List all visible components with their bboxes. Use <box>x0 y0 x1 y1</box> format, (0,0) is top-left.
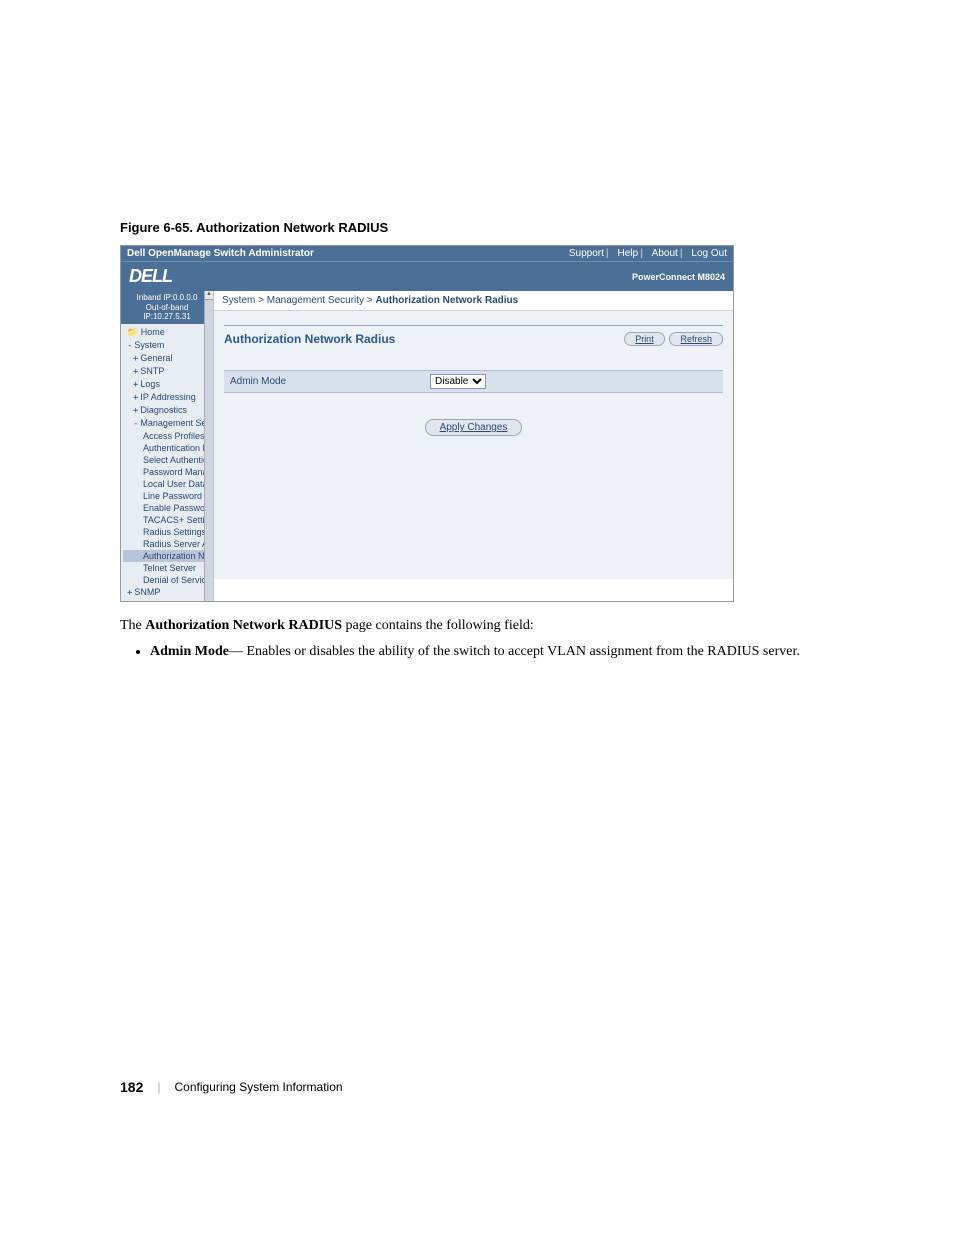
tree-item[interactable]: Radius Settings <box>123 526 213 538</box>
window-title: Dell OpenManage Switch Administrator <box>127 248 314 259</box>
tree-item[interactable]: Authentication P <box>123 442 213 454</box>
tree-home[interactable]: 📁 Home <box>123 326 213 339</box>
link-about[interactable]: About <box>652 248 678 259</box>
tree-item[interactable]: Enable Password <box>123 502 213 514</box>
tree-system[interactable]: -System <box>123 339 213 352</box>
logo-bar: DELL PowerConnect M8024 <box>121 261 733 291</box>
product-label: PowerConnect M8024 <box>632 272 725 282</box>
link-support[interactable]: Support <box>569 248 604 259</box>
tree-item[interactable]: Access Profiles <box>123 430 213 442</box>
tree-item[interactable]: Denial of Service <box>123 574 213 586</box>
tree-snmp[interactable]: +SNMP <box>123 586 213 599</box>
admin-mode-row: Admin Mode Disable <box>224 370 723 393</box>
tree-item[interactable]: Password Manag <box>123 466 213 478</box>
print-button[interactable]: Print <box>624 332 665 346</box>
sidebar-scrollbar[interactable]: ▴ <box>204 291 213 601</box>
ip-box: Inband IP:0.0.0.0 Out-of-band IP:10.27.5… <box>121 291 213 324</box>
tree-item[interactable]: +IP Addressing <box>123 391 213 404</box>
tree-item[interactable]: -Management Secur <box>123 417 213 430</box>
apply-changes-button[interactable]: Apply Changes <box>425 419 523 436</box>
admin-mode-select[interactable]: Disable <box>430 374 486 389</box>
sidebar: Inband IP:0.0.0.0 Out-of-band IP:10.27.5… <box>121 291 214 601</box>
footer-section-title: Configuring System Information <box>174 1080 342 1094</box>
tree-item[interactable]: Radius Server Ad <box>123 538 213 550</box>
panel-title: Authorization Network Radius <box>224 332 395 346</box>
tree-item[interactable]: +SNTP <box>123 365 213 378</box>
page-footer: 182 | Configuring System Information <box>120 1079 343 1095</box>
tree-item[interactable]: Select Authentic <box>123 454 213 466</box>
figure-caption: Figure 6-65. Authorization Network RADIU… <box>120 220 894 235</box>
nav-tree: 📁 Home -System +General+SNTP+Logs+IP Add… <box>121 324 213 601</box>
tree-item[interactable]: Authorization N <box>123 550 213 562</box>
list-item: Admin Mode— Enables or disables the abil… <box>150 641 830 662</box>
intro-paragraph: The Authorization Network RADIUS page co… <box>120 616 894 636</box>
ip-inband: Inband IP:0.0.0.0 <box>122 293 212 303</box>
admin-mode-label: Admin Mode <box>230 376 430 387</box>
field-list: Admin Mode— Enables or disables the abil… <box>150 641 894 662</box>
refresh-button[interactable]: Refresh <box>669 332 723 346</box>
tree-item[interactable]: +General <box>123 352 213 365</box>
page-number: 182 <box>120 1079 143 1095</box>
tree-item[interactable]: Line Password <box>123 490 213 502</box>
window-titlebar: Dell OpenManage Switch Administrator Sup… <box>121 246 733 261</box>
scroll-up-icon[interactable]: ▴ <box>205 291 213 300</box>
tree-item[interactable]: +Diagnostics <box>123 404 213 417</box>
crumb-mgmt-security[interactable]: Management Security <box>267 295 364 306</box>
top-links: Support| Help| About| Log Out <box>565 248 727 259</box>
link-help[interactable]: Help <box>618 248 639 259</box>
ip-outofband: Out-of-band IP:10.27.5.31 <box>122 303 212 322</box>
tree-item[interactable]: TACACS+ Settin <box>123 514 213 526</box>
link-logout[interactable]: Log Out <box>691 248 727 259</box>
crumb-current: Authorization Network Radius <box>375 295 518 306</box>
screenshot-frame: Dell OpenManage Switch Administrator Sup… <box>120 245 734 602</box>
content-pane: System > Management Security > Authoriza… <box>214 291 733 601</box>
tree-item[interactable]: Local User Datab <box>123 478 213 490</box>
footer-divider: | <box>157 1080 160 1094</box>
tree-item[interactable]: Telnet Server <box>123 562 213 574</box>
crumb-system[interactable]: System <box>222 295 255 306</box>
dell-logo: DELL <box>129 266 172 287</box>
breadcrumb: System > Management Security > Authoriza… <box>214 291 733 311</box>
tree-item[interactable]: +Logs <box>123 378 213 391</box>
